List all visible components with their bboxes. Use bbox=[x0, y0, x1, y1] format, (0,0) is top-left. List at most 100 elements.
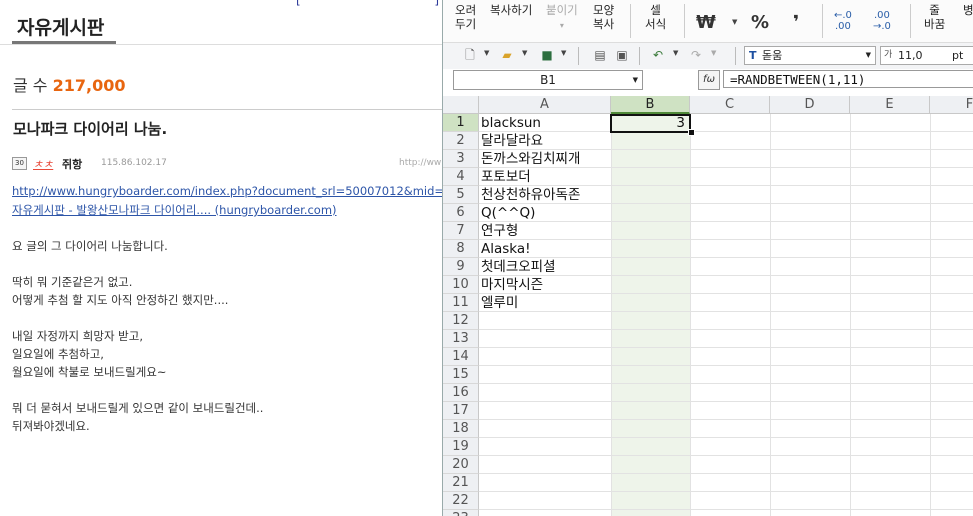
row-header-11[interactable]: 11 bbox=[443, 294, 479, 312]
row-header-7[interactable]: 7 bbox=[443, 222, 479, 240]
font-name-select[interactable]: T 돋움 ▼ bbox=[744, 46, 876, 65]
row-header-22[interactable]: 22 bbox=[443, 492, 479, 510]
copy-button[interactable]: 복사하기 bbox=[490, 3, 532, 17]
row-header-9[interactable]: 9 bbox=[443, 258, 479, 276]
row-header-21[interactable]: 21 bbox=[443, 474, 479, 492]
post-title[interactable]: 모나파크 다이어리 나눔. bbox=[13, 118, 167, 139]
spreadsheet-window: 오려 두기 복사하기 붙이기 ▾ 모양 복사 셀 서식 ₩ ▼ % ❜ ←.0.00 .… bbox=[442, 0, 973, 516]
row-header-12[interactable]: 12 bbox=[443, 312, 479, 330]
body-line: 어떻게 추첨 할 지도 아직 안정하긴 했지만.... bbox=[12, 293, 229, 307]
table-row bbox=[479, 348, 973, 366]
cut-button[interactable]: 오려 두기 bbox=[455, 3, 476, 31]
redo-icon[interactable]: ↷ bbox=[689, 48, 703, 62]
cell-a4[interactable]: 포토보더 bbox=[481, 168, 531, 186]
print-icon[interactable]: ▤ bbox=[593, 48, 607, 62]
top-cut-text: [ᅳ ᄋ ᄂ ᄀ ᄇ ᄉ ᄌ ᄃ ᄒ ] bbox=[296, 0, 440, 7]
table-row bbox=[479, 510, 973, 516]
currency-icon[interactable]: ₩ bbox=[696, 12, 716, 33]
print-preview-icon[interactable]: ▣ bbox=[615, 48, 629, 62]
row-header-23[interactable]: 23 bbox=[443, 510, 479, 516]
row-header-14[interactable]: 14 bbox=[443, 348, 479, 366]
row-header-17[interactable]: 17 bbox=[443, 402, 479, 420]
function-icon[interactable]: fω bbox=[698, 70, 720, 90]
column-header-c[interactable]: C bbox=[690, 96, 770, 114]
table-row: 포토보더 bbox=[479, 168, 973, 186]
post-link[interactable]: http://www.hungryboarder.com/index.php?d… bbox=[12, 184, 442, 198]
cell-a1[interactable]: blacksun bbox=[481, 114, 541, 132]
column-header-e[interactable]: E bbox=[850, 96, 930, 114]
comma-icon[interactable]: ❜ bbox=[793, 12, 799, 33]
open-folder-icon[interactable]: ▰ bbox=[500, 48, 514, 62]
font-size-select[interactable]: 가 11,0 pt bbox=[880, 46, 973, 65]
cell-a9[interactable]: 첫데크오피셜 bbox=[481, 258, 556, 276]
cell-a7[interactable]: 연구형 bbox=[481, 222, 518, 240]
author-name[interactable]: 쥐항 bbox=[62, 156, 82, 172]
row-header-1[interactable]: 1 bbox=[443, 114, 479, 132]
save-icon[interactable]: ■ bbox=[540, 48, 554, 62]
format-painter-button[interactable]: 모양 복사 bbox=[593, 3, 614, 31]
row-header-19[interactable]: 19 bbox=[443, 438, 479, 456]
table-row bbox=[479, 474, 973, 492]
percent-icon[interactable]: % bbox=[751, 12, 769, 33]
row-header-15[interactable]: 15 bbox=[443, 366, 479, 384]
cell-a5[interactable]: 천상천하유아독존 bbox=[481, 186, 580, 204]
post-url[interactable]: http://ww bbox=[399, 158, 441, 168]
increase-decimal-icon[interactable]: ←.0.00 bbox=[834, 10, 852, 32]
column-header-b[interactable]: B bbox=[611, 96, 690, 114]
table-row: 천상천하유아독존 bbox=[479, 186, 973, 204]
row-header-20[interactable]: 20 bbox=[443, 456, 479, 474]
row-header-13[interactable]: 13 bbox=[443, 330, 479, 348]
decrease-decimal-icon[interactable]: .00 →.0 bbox=[873, 10, 891, 32]
row-header-18[interactable]: 18 bbox=[443, 420, 479, 438]
author-signature[interactable]: ㅊㅊ bbox=[33, 156, 53, 172]
post-link-title[interactable]: 자유게시판 - 발왕산모나파크 다이어리.... (hungryboarder.… bbox=[12, 202, 337, 218]
cell-area[interactable]: blacksun 3 달라달라요 돈까스와김치찌개 포토보더 천상천하유아독존 Q(^^Q)… bbox=[479, 114, 973, 516]
row-header-6[interactable]: 6 bbox=[443, 204, 479, 222]
name-box[interactable]: B1 ▼ bbox=[453, 70, 643, 90]
wrap-text-button[interactable]: 줄 바꿈 bbox=[924, 3, 945, 31]
formula-input[interactable]: =RANDBETWEEN(1,11) bbox=[723, 70, 973, 88]
cell-a10[interactable]: 마지막시즌 bbox=[481, 276, 543, 294]
table-row: Q(^^Q) bbox=[479, 204, 973, 222]
row-header-5[interactable]: 5 bbox=[443, 186, 479, 204]
row-header-2[interactable]: 2 bbox=[443, 132, 479, 150]
column-header-d[interactable]: D bbox=[770, 96, 850, 114]
fill-handle[interactable] bbox=[688, 129, 695, 136]
chevron-down-icon[interactable]: ▼ bbox=[711, 49, 716, 57]
body-line: 딱히 뭐 기준같은거 없고. bbox=[12, 275, 133, 289]
column-header-f[interactable]: F bbox=[930, 96, 973, 114]
chevron-down-icon[interactable]: ▼ bbox=[732, 18, 737, 26]
cell-a11[interactable]: 엘루미 bbox=[481, 294, 518, 312]
chevron-down-icon[interactable]: ▼ bbox=[561, 49, 566, 57]
selected-cell-b1[interactable] bbox=[610, 114, 691, 133]
divider bbox=[639, 47, 640, 65]
table-row: 돈까스와김치찌개 bbox=[479, 150, 973, 168]
board-title[interactable]: 자유게시판 bbox=[17, 13, 104, 40]
merge-button[interactable]: 병 bbox=[963, 3, 973, 17]
row-header-4[interactable]: 4 bbox=[443, 168, 479, 186]
cell-a6[interactable]: Q(^^Q) bbox=[481, 204, 535, 222]
font-size-unit: pt bbox=[952, 49, 964, 62]
new-document-icon[interactable]: 🗋 bbox=[463, 48, 477, 62]
cell-a2[interactable]: 달라달라요 bbox=[481, 132, 543, 150]
post-count-value: 217,000 bbox=[52, 76, 126, 95]
cell-format-button[interactable]: 셀 서식 bbox=[645, 3, 666, 31]
chevron-down-icon[interactable]: ▼ bbox=[673, 49, 678, 57]
row-header-10[interactable]: 10 bbox=[443, 276, 479, 294]
row-header-3[interactable]: 3 bbox=[443, 150, 479, 168]
font-type-icon: T bbox=[749, 49, 757, 62]
cell-a8[interactable]: Alaska! bbox=[481, 240, 531, 258]
chevron-down-icon[interactable]: ▼ bbox=[484, 49, 489, 57]
column-header-a[interactable]: A bbox=[479, 96, 611, 114]
select-all-corner[interactable] bbox=[443, 96, 479, 114]
cell-a3[interactable]: 돈까스와김치찌개 bbox=[481, 150, 580, 168]
divider bbox=[12, 109, 442, 110]
undo-icon[interactable]: ↶ bbox=[651, 48, 665, 62]
chevron-down-icon[interactable]: ▼ bbox=[522, 49, 527, 57]
table-row: blacksun 3 bbox=[479, 114, 973, 132]
sheet-grid: A B C D E F 1 2 3 4 5 6 7 8 9 10 11 12 13 14 15 16 17 18 1… bbox=[443, 96, 973, 516]
row-header-8[interactable]: 8 bbox=[443, 240, 479, 258]
paste-button[interactable]: 붙이기 ▾ bbox=[546, 3, 578, 33]
row-header-16[interactable]: 16 bbox=[443, 384, 479, 402]
table-row bbox=[479, 330, 973, 348]
